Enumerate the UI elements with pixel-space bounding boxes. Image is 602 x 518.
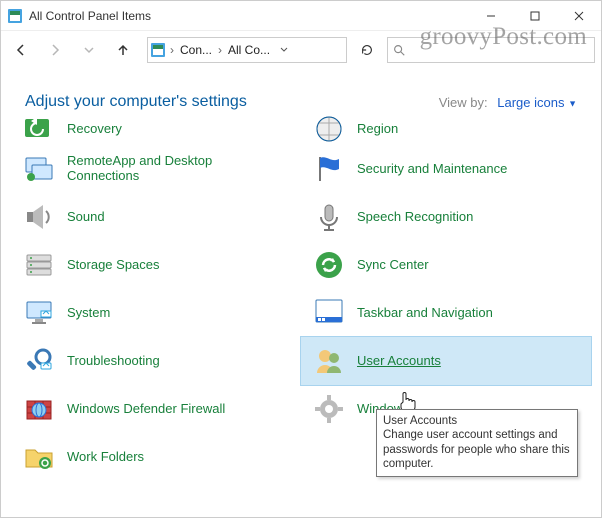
forward-button[interactable] xyxy=(41,36,69,64)
flag-icon xyxy=(313,153,345,185)
item-sound[interactable]: Sound xyxy=(11,193,301,241)
item-user-accounts[interactable]: User Accounts xyxy=(301,337,591,385)
breadcrumb-item-root[interactable]: Con... xyxy=(176,43,216,57)
breadcrumb-dropdown[interactable] xyxy=(274,43,294,57)
window-title: All Control Panel Items xyxy=(29,9,151,23)
item-storage-spaces[interactable]: Storage Spaces xyxy=(11,241,301,289)
item-label: Taskbar and Navigation xyxy=(357,306,493,321)
users-icon xyxy=(313,345,345,377)
taskbar-icon xyxy=(313,297,345,329)
item-work-folders[interactable]: Work Folders xyxy=(11,433,301,481)
tooltip: User Accounts Change user account settin… xyxy=(376,409,578,477)
item-region[interactable]: Region xyxy=(301,113,591,145)
breadcrumb-item-current[interactable]: All Co... xyxy=(224,43,274,57)
viewby-label: View by: xyxy=(439,95,488,110)
breadcrumb[interactable]: › Con... › All Co... xyxy=(147,37,347,63)
recent-locations-button[interactable] xyxy=(75,36,103,64)
item-label: Recovery xyxy=(67,122,122,137)
titlebar-left: All Control Panel Items xyxy=(7,8,151,24)
item-label: Sound xyxy=(67,210,105,225)
item-windows-defender-firewall[interactable]: Windows Defender Firewall xyxy=(11,385,301,433)
system-icon xyxy=(23,297,55,329)
folder-sync-icon xyxy=(23,441,55,473)
region-icon xyxy=(313,113,345,145)
tooltip-title: User Accounts xyxy=(383,414,571,428)
chevron-down-icon: ▼ xyxy=(568,98,577,108)
search-icon xyxy=(392,43,406,57)
remoteapp-icon xyxy=(23,153,55,185)
item-label: Region xyxy=(357,122,398,137)
breadcrumb-icon xyxy=(148,40,168,60)
item-label: Speech Recognition xyxy=(357,210,473,225)
control-panel-icon xyxy=(7,8,23,24)
item-recovery[interactable]: Recovery xyxy=(11,113,301,145)
minimize-button[interactable] xyxy=(469,1,513,31)
search-input[interactable] xyxy=(387,37,595,63)
titlebar: All Control Panel Items xyxy=(1,1,601,31)
storage-icon xyxy=(23,249,55,281)
item-label: Troubleshooting xyxy=(67,354,160,369)
item-label: Security and Maintenance xyxy=(357,162,507,177)
gear-icon xyxy=(313,393,345,425)
item-label: User Accounts xyxy=(357,354,441,369)
item-label: Work Folders xyxy=(67,450,144,465)
back-button[interactable] xyxy=(7,36,35,64)
item-label: Windows Defender Firewall xyxy=(67,402,225,417)
item-sync-center[interactable]: Sync Center xyxy=(301,241,591,289)
maximize-button[interactable] xyxy=(513,1,557,31)
item-label: System xyxy=(67,306,110,321)
viewby-dropdown[interactable]: Large icons ▼ xyxy=(497,95,577,110)
view-by: View by: Large icons ▼ xyxy=(439,95,577,110)
speaker-icon xyxy=(23,201,55,233)
item-system[interactable]: System xyxy=(11,289,301,337)
item-taskbar-navigation[interactable]: Taskbar and Navigation xyxy=(301,289,591,337)
item-label: RemoteApp and Desktop Connections xyxy=(67,154,257,184)
up-button[interactable] xyxy=(109,36,137,64)
item-security-maintenance[interactable]: Security and Maintenance xyxy=(301,145,591,193)
close-button[interactable] xyxy=(557,1,601,31)
chevron-right-icon[interactable]: › xyxy=(216,43,224,57)
troubleshooting-icon xyxy=(23,345,55,377)
item-troubleshooting[interactable]: Troubleshooting xyxy=(11,337,301,385)
page-title: Adjust your computer's settings xyxy=(25,93,247,111)
microphone-icon xyxy=(313,201,345,233)
sync-icon xyxy=(313,249,345,281)
recovery-icon xyxy=(23,113,55,145)
chevron-right-icon[interactable]: › xyxy=(168,43,176,57)
item-remoteapp[interactable]: RemoteApp and Desktop Connections xyxy=(11,145,301,193)
navbar: › Con... › All Co... xyxy=(1,31,601,69)
item-label: Storage Spaces xyxy=(67,258,160,273)
tooltip-body: Change user account settings and passwor… xyxy=(383,428,571,471)
window-buttons xyxy=(469,1,601,31)
item-label: Sync Center xyxy=(357,258,429,273)
refresh-button[interactable] xyxy=(353,37,381,63)
firewall-icon xyxy=(23,393,55,425)
item-speech-recognition[interactable]: Speech Recognition xyxy=(301,193,591,241)
